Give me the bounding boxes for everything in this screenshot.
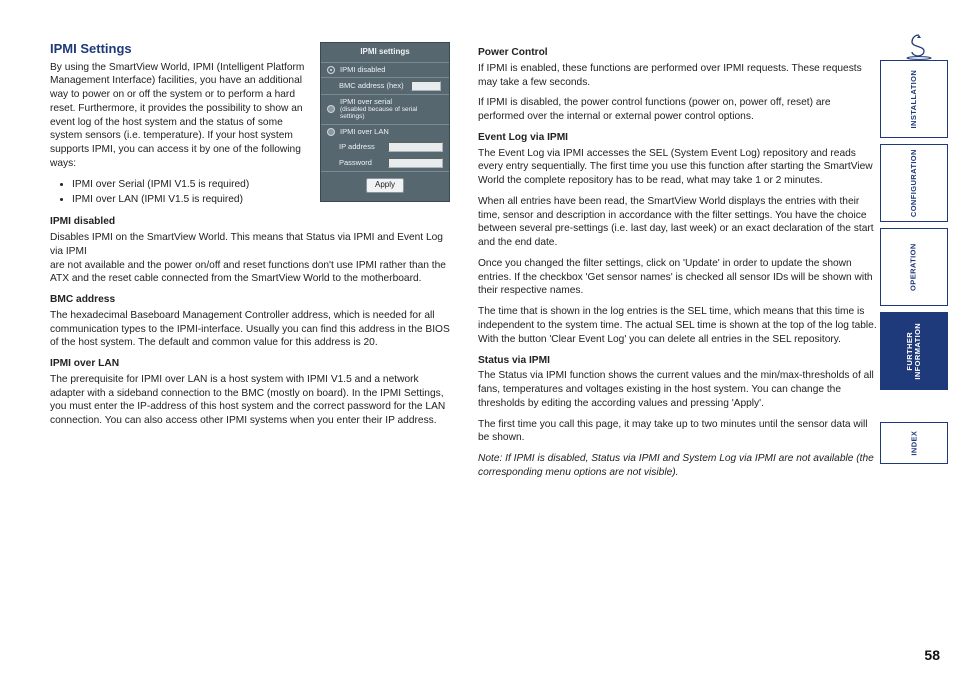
para-ipmi-disabled-1: Disables IPMI on the SmartView World. Th… <box>50 231 450 259</box>
tab-operation[interactable]: OPERATION <box>880 228 948 306</box>
shot-title: IPMI settings <box>321 43 449 62</box>
ipmi-settings-screenshot: IPMI settings IPMI disabled BMC address … <box>320 42 450 202</box>
shot-opt-disabled[interactable]: IPMI disabled <box>321 62 449 77</box>
para-status-2: The first time you call this page, it ma… <box>478 418 878 446</box>
para-event-1: The Event Log via IPMI accesses the SEL … <box>478 147 878 188</box>
shot-ip-row: IP address <box>321 139 449 155</box>
heading-ipmi-disabled: IPMI disabled <box>50 215 450 229</box>
radio-icon <box>327 105 335 113</box>
shot-pwd-input[interactable] <box>388 158 443 168</box>
shot-bmc-row: BMC address (hex) <box>321 77 449 94</box>
para-event-2: When all entries have been read, the Sma… <box>478 195 878 250</box>
para-power-2: If IPMI is disabled, the power control f… <box>478 96 878 124</box>
heading-event-log: Event Log via IPMI <box>478 131 878 145</box>
shot-opt-lan[interactable]: IPMI over LAN <box>321 124 449 139</box>
radio-icon <box>327 128 335 136</box>
para-status-1: The Status via IPMI function shows the c… <box>478 369 878 410</box>
radio-icon <box>327 66 335 74</box>
para-event-3: Once you changed the filter settings, cl… <box>478 257 878 298</box>
para-power-1: If IPMI is enabled, these functions are … <box>478 62 878 90</box>
shot-ip-input[interactable] <box>388 142 443 152</box>
right-column: Power Control If IPMI is enabled, these … <box>478 40 878 487</box>
heading-power-control: Power Control <box>478 46 878 60</box>
tab-installation[interactable]: INSTALLATION <box>880 60 948 138</box>
para-event-4: The time that is shown in the log entrie… <box>478 305 878 346</box>
para-ipmi-disabled-2: are not available and the power on/off a… <box>50 259 450 287</box>
shot-opt-serial[interactable]: IPMI over serial (disabled because of se… <box>321 94 449 124</box>
left-column: IPMI settings IPMI disabled BMC address … <box>50 40 450 487</box>
para-lan: The prerequisite for IPMI over LAN is a … <box>50 373 450 428</box>
tab-further-information[interactable]: FURTHER INFORMATION <box>880 312 948 390</box>
page-number: 58 <box>924 647 940 663</box>
para-bmc: The hexadecimal Baseboard Management Con… <box>50 309 450 350</box>
note-ipmi-disabled: Note: If IPMI is disabled, Status via IP… <box>478 452 878 480</box>
heading-ipmi-over-lan: IPMI over LAN <box>50 357 450 371</box>
heading-bmc-address: BMC address <box>50 293 450 307</box>
adder-snake-icon <box>904 34 934 60</box>
tab-configuration[interactable]: CONFIGURATION <box>880 144 948 222</box>
heading-status-via-ipmi: Status via IPMI <box>478 354 878 368</box>
side-tabs: INSTALLATION CONFIGURATION OPERATION FUR… <box>880 60 948 464</box>
shot-apply-button[interactable]: Apply <box>366 178 404 193</box>
shot-pwd-row: Password <box>321 155 449 171</box>
tab-index[interactable]: INDEX <box>880 422 948 464</box>
shot-bmc-input[interactable] <box>411 81 441 91</box>
